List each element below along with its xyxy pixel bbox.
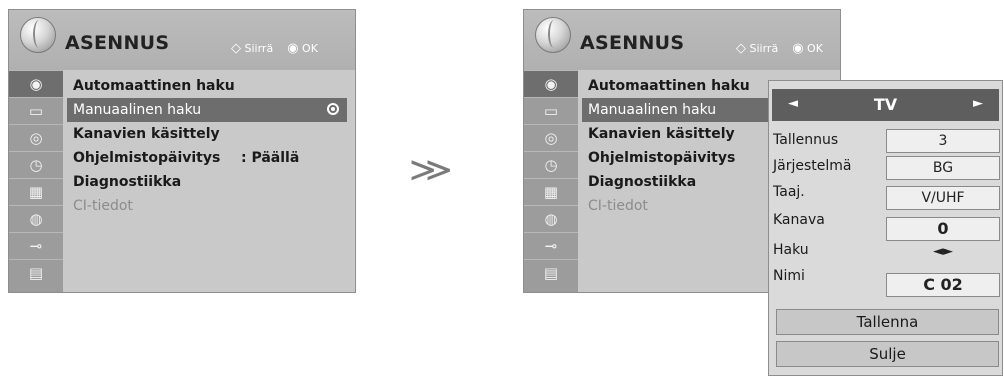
calendar-icon[interactable]: ▦	[524, 178, 578, 205]
ok-label: OK	[807, 42, 823, 55]
screen-icon[interactable]: ▭	[524, 97, 578, 124]
satellite-icon[interactable]: ◉	[9, 70, 63, 97]
nav-hint: ◇ Siirrä ◉ OK	[231, 41, 318, 56]
ok-indicator-icon	[327, 103, 339, 115]
channel-label: Kanava	[773, 212, 825, 228]
menu-item-manual-search[interactable]: Manuaalinen haku	[67, 98, 347, 122]
name-label: Nimi	[773, 268, 805, 284]
system-label: Järjestelmä	[773, 158, 852, 174]
nav-hint: ◇ Siirrä ◉ OK	[736, 41, 823, 56]
lock-icon[interactable]: ◍	[524, 205, 578, 232]
menu-item-channel-edit[interactable]: Kanavien käsittely	[67, 122, 347, 146]
ok-icon: ◉	[287, 41, 299, 56]
menu-item-ci-info: CI-tiedot	[67, 194, 347, 218]
clock-icon[interactable]: ◷	[9, 151, 63, 178]
calendar-icon[interactable]: ▦	[9, 178, 63, 205]
setup-menu-left: ASENNUS ◇ Siirrä ◉ OK ◉ ▭ ◎ ◷ ▦ ◍ ⊸ ▤ Au…	[8, 9, 356, 293]
move-label: Siirrä	[244, 42, 274, 55]
search-arrows[interactable]: ◄►	[886, 244, 1000, 259]
menu-item-label: Kanavien käsittely	[588, 126, 735, 142]
menu-list: Automaattinen haku Manuaalinen haku Kana…	[63, 70, 355, 292]
menu-item-label: Manuaalinen haku	[73, 102, 202, 118]
satellite-dish-icon	[535, 17, 571, 53]
menu-item-label: Diagnostiikka	[73, 174, 182, 190]
menu-item-label: Automaattinen haku	[588, 78, 750, 94]
step-arrow: ≫	[408, 150, 454, 190]
menu-item-label: Diagnostiikka	[588, 174, 697, 190]
input-icon[interactable]: ⊸	[524, 232, 578, 259]
menu-item-label: Ohjelmistopäivitys	[73, 150, 221, 166]
satellite-icon[interactable]: ◉	[524, 70, 578, 97]
move-icon: ◇	[231, 41, 241, 56]
move-label: Siirrä	[749, 42, 779, 55]
software-update-value: : Päällä	[241, 150, 300, 166]
menu-item-label: Manuaalinen haku	[588, 102, 717, 118]
movie-icon[interactable]: ▤	[9, 259, 63, 286]
store-button[interactable]: Tallenna	[776, 309, 999, 335]
mode-selector[interactable]: ◄ TV ►	[772, 89, 999, 121]
menu-title: ASENNUS	[580, 32, 685, 54]
menu-item-label: Kanavien käsittely	[73, 126, 220, 142]
menu-item-automatic-search[interactable]: Automaattinen haku	[67, 74, 347, 98]
name-field[interactable]: C 02	[886, 273, 1000, 297]
audio-icon[interactable]: ◎	[9, 124, 63, 151]
store-field[interactable]: 3	[886, 129, 1000, 153]
movie-icon[interactable]: ▤	[524, 259, 578, 286]
close-button[interactable]: Sulje	[776, 341, 999, 367]
ok-label: OK	[302, 42, 318, 55]
screen-icon[interactable]: ▭	[9, 97, 63, 124]
system-field[interactable]: BG	[886, 156, 1000, 180]
manual-search-panel: ◄ TV ► Tallennus 3 Järjestelmä BG Taaj. …	[768, 80, 1003, 376]
clock-icon[interactable]: ◷	[524, 151, 578, 178]
band-field[interactable]: V/UHF	[886, 186, 1000, 210]
menu-item-label: Automaattinen haku	[73, 78, 235, 94]
menu-item-label: Ohjelmistopäivitys	[588, 150, 736, 166]
menu-item-label: CI-tiedot	[73, 198, 133, 214]
search-label: Haku	[773, 242, 809, 258]
menu-header: ASENNUS ◇ Siirrä ◉ OK	[524, 10, 840, 71]
band-label: Taaj.	[773, 184, 805, 200]
move-icon: ◇	[736, 41, 746, 56]
audio-icon[interactable]: ◎	[524, 124, 578, 151]
menu-item-label: CI-tiedot	[588, 198, 648, 214]
menu-title: ASENNUS	[65, 32, 170, 54]
store-label: Tallennus	[773, 132, 839, 148]
category-icon-column: ◉ ▭ ◎ ◷ ▦ ◍ ⊸ ▤	[524, 70, 578, 292]
category-icon-column: ◉ ▭ ◎ ◷ ▦ ◍ ⊸ ▤	[9, 70, 63, 292]
menu-header: ASENNUS ◇ Siirrä ◉ OK	[9, 10, 355, 71]
mode-label: TV	[873, 95, 898, 114]
lock-icon[interactable]: ◍	[9, 205, 63, 232]
satellite-dish-icon	[20, 17, 56, 53]
menu-item-software-update[interactable]: Ohjelmistopäivitys : Päällä	[67, 146, 347, 170]
ok-icon: ◉	[792, 41, 804, 56]
menu-item-diagnostics[interactable]: Diagnostiikka	[67, 170, 347, 194]
input-icon[interactable]: ⊸	[9, 232, 63, 259]
arrow-right-icon[interactable]: ►	[973, 96, 983, 111]
channel-field[interactable]: 0	[886, 217, 1000, 241]
